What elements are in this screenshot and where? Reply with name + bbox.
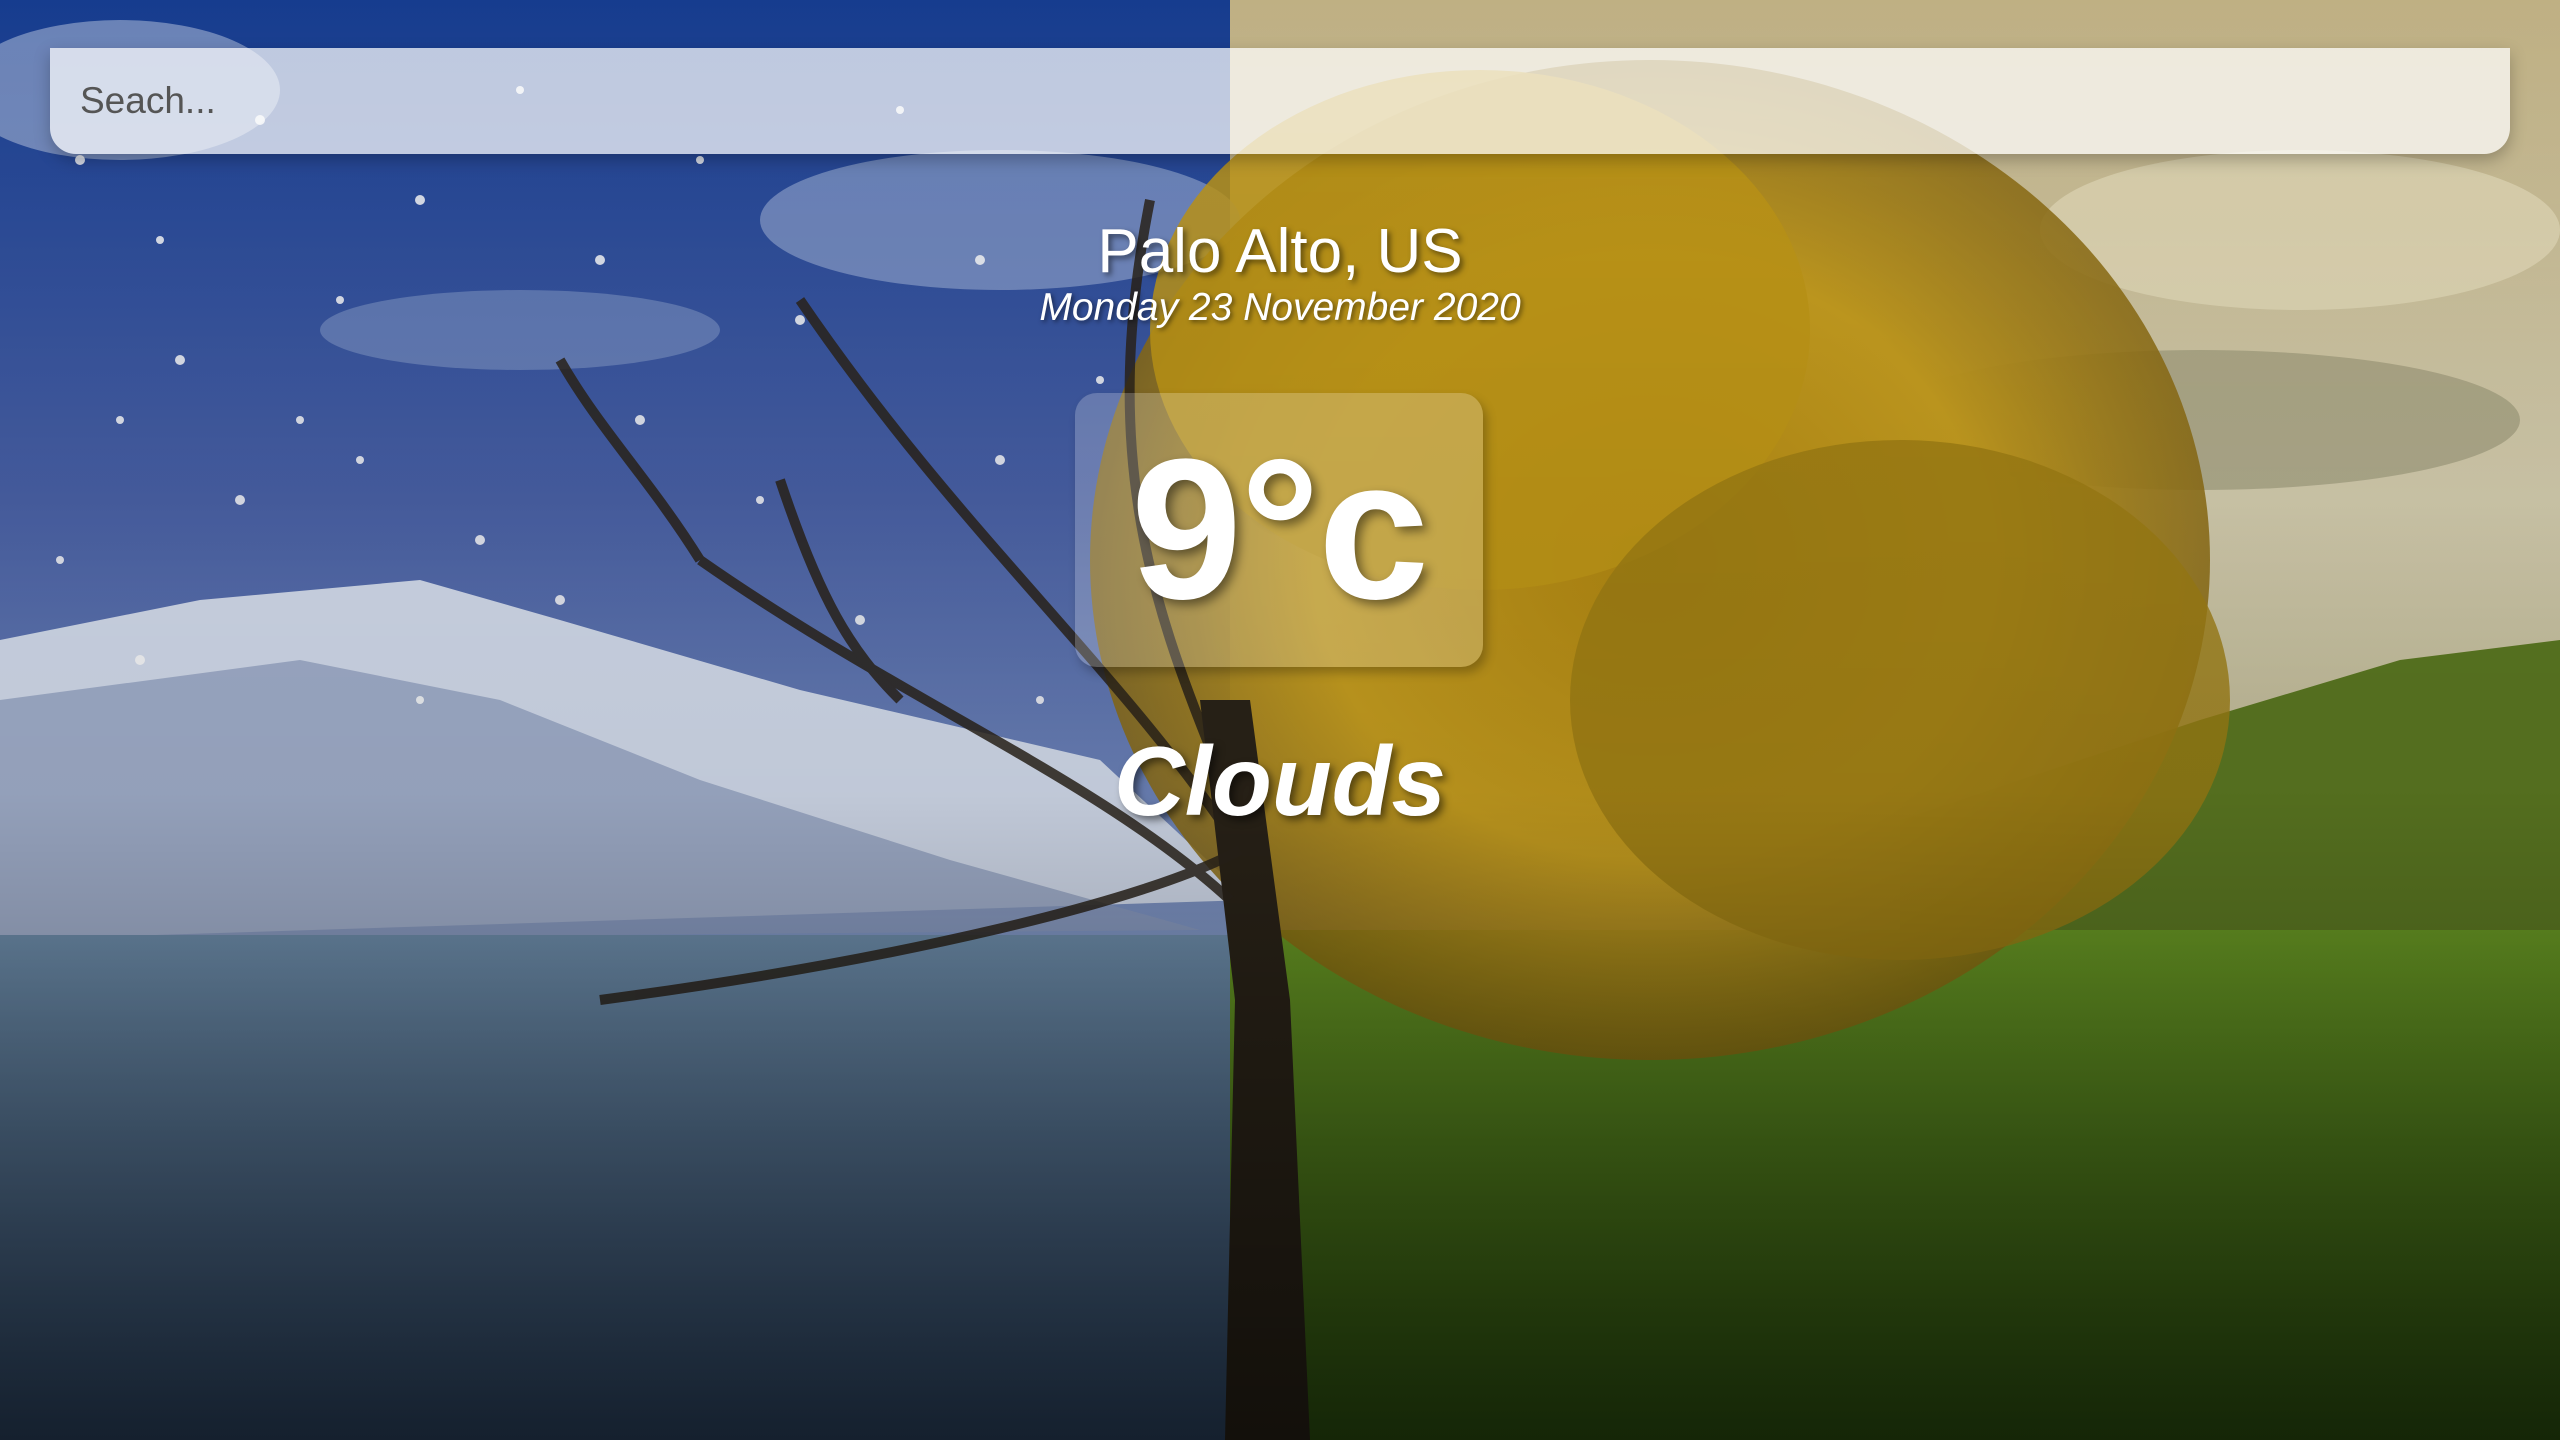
weather-app: Palo Alto, US Monday 23 November 2020 9°… [0,0,2560,1440]
current-date: Monday 23 November 2020 [1039,286,1521,329]
search-box [50,48,2510,154]
temperature-display: 9°c [1075,393,1483,667]
search-input[interactable] [50,48,2510,154]
weather-condition: Clouds [1113,726,1447,836]
location-name: Palo Alto, US [1097,217,1463,286]
